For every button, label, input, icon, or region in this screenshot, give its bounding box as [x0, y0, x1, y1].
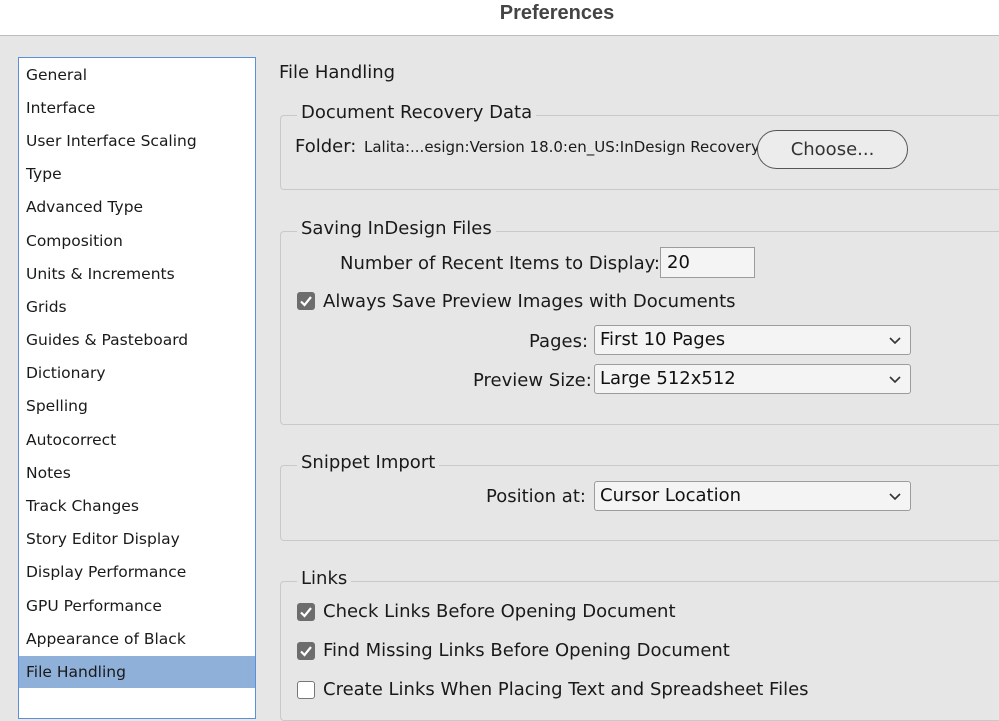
pages-label: Pages: [529, 331, 589, 352]
sidebar-item-grids[interactable]: Grids [19, 291, 255, 323]
section-title: File Handling [279, 62, 396, 83]
sidebar-item-autocorrect[interactable]: Autocorrect [19, 424, 255, 456]
recent-items-label: Number of Recent Items to Display: [340, 253, 661, 274]
position-at-label: Position at: [486, 486, 586, 507]
sidebar-item-general[interactable]: General [19, 59, 255, 91]
check-links-checkbox[interactable] [297, 603, 315, 621]
choose-folder-button[interactable]: Choose... [757, 130, 908, 169]
preferences-sidebar: General Interface User Interface Scaling… [18, 57, 256, 719]
sidebar-item-interface[interactable]: Interface [19, 92, 255, 124]
chevron-down-icon [889, 493, 901, 501]
checkmark-icon [300, 607, 312, 618]
folder-label: Folder: [295, 136, 357, 157]
always-save-preview-checkbox[interactable] [297, 292, 315, 310]
snippet-import-group: Snippet Import Position at: Cursor Locat… [280, 452, 999, 541]
sidebar-item-units-increments[interactable]: Units & Increments [19, 258, 255, 290]
links-legend: Links [297, 568, 352, 589]
preview-size-label: Preview Size: [473, 370, 592, 391]
document-recovery-legend: Document Recovery Data [297, 102, 537, 123]
create-links-checkbox[interactable] [297, 681, 315, 699]
sidebar-item-gpu-performance[interactable]: GPU Performance [19, 590, 255, 622]
sidebar-item-display-performance[interactable]: Display Performance [19, 556, 255, 588]
sidebar-item-composition[interactable]: Composition [19, 225, 255, 257]
sidebar-item-advanced-type[interactable]: Advanced Type [19, 191, 255, 223]
saving-files-legend: Saving InDesign Files [297, 218, 496, 239]
checkmark-icon [300, 296, 312, 307]
sidebar-item-story-editor-display[interactable]: Story Editor Display [19, 523, 255, 555]
sidebar-item-file-handling[interactable]: File Handling [19, 656, 255, 688]
sidebar-item-dictionary[interactable]: Dictionary [19, 357, 255, 389]
create-links-label: Create Links When Placing Text and Sprea… [323, 679, 809, 700]
window-title: Preferences [499, 2, 615, 24]
pages-select-value: First 10 Pages [600, 329, 726, 350]
always-save-preview-label: Always Save Preview Images with Document… [323, 291, 736, 312]
find-missing-links-checkbox[interactable] [297, 642, 315, 660]
sidebar-item-type[interactable]: Type [19, 158, 255, 190]
title-bar: Preferences [0, 0, 999, 36]
sidebar-item-ui-scaling[interactable]: User Interface Scaling [19, 125, 255, 157]
saving-files-group: Saving InDesign Files Number of Recent I… [280, 218, 999, 425]
sidebar-item-spelling[interactable]: Spelling [19, 390, 255, 422]
chevron-down-icon [889, 376, 901, 384]
find-missing-links-label: Find Missing Links Before Opening Docume… [323, 640, 730, 661]
position-at-select-value: Cursor Location [600, 485, 742, 506]
sidebar-item-notes[interactable]: Notes [19, 457, 255, 489]
chevron-down-icon [889, 337, 901, 345]
links-group: Links Check Links Before Opening Documen… [280, 568, 999, 721]
document-recovery-group: Document Recovery Data Folder: Lalita:..… [280, 102, 999, 190]
recent-items-input[interactable]: 20 [660, 247, 755, 278]
preview-size-select-value: Large 512x512 [600, 368, 736, 389]
sidebar-item-guides-pasteboard[interactable]: Guides & Pasteboard [19, 324, 255, 356]
preview-size-select[interactable]: Large 512x512 [594, 364, 911, 394]
pages-select[interactable]: First 10 Pages [594, 325, 911, 355]
snippet-import-legend: Snippet Import [297, 452, 440, 473]
sidebar-item-track-changes[interactable]: Track Changes [19, 490, 255, 522]
sidebar-item-appearance-of-black[interactable]: Appearance of Black [19, 623, 255, 655]
checkmark-icon [300, 646, 312, 657]
position-at-select[interactable]: Cursor Location [594, 481, 911, 511]
check-links-label: Check Links Before Opening Document [323, 601, 676, 622]
folder-path: Lalita:...esign:Version 18.0:en_US:InDes… [364, 138, 760, 156]
